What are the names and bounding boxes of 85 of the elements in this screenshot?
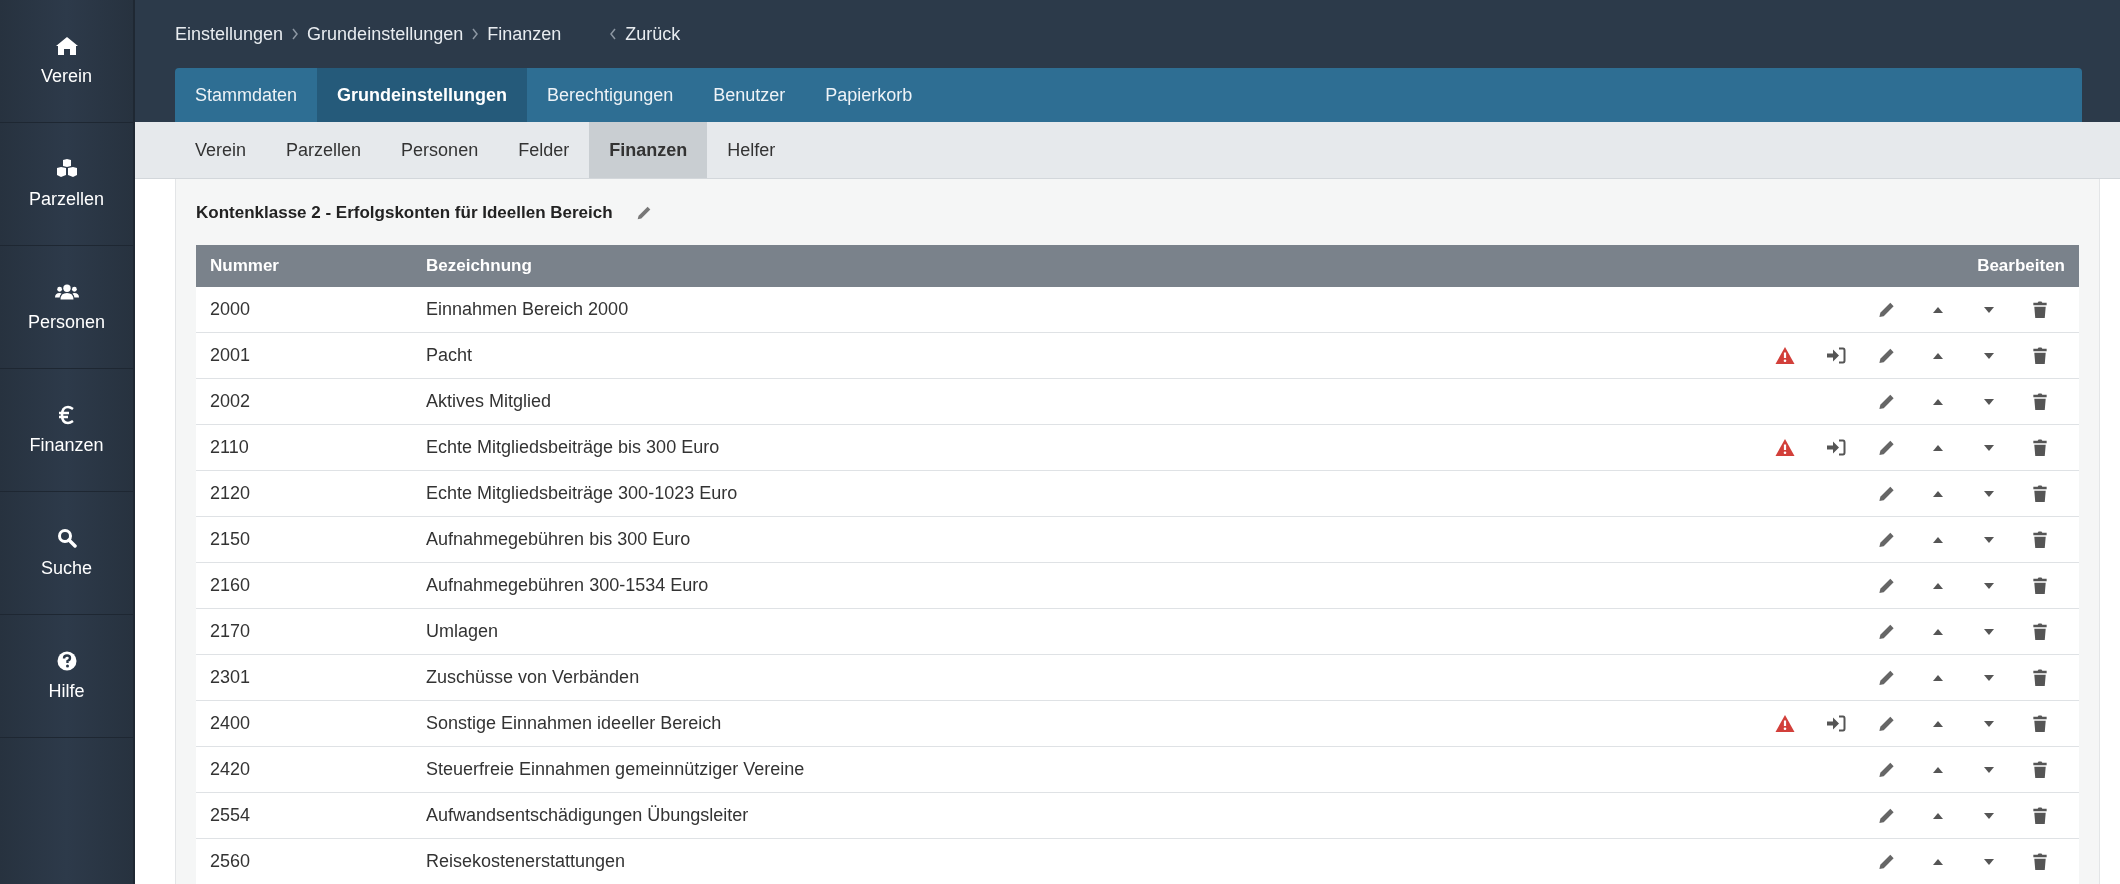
table-cell: 2170 xyxy=(196,608,426,655)
caret-down-icon[interactable] xyxy=(1982,627,1995,636)
sign-in-icon[interactable] xyxy=(1825,714,1846,733)
caret-down-icon[interactable] xyxy=(1982,719,1995,728)
subtab[interactable]: Parzellen xyxy=(266,122,382,178)
table-cell: 2400 xyxy=(196,700,426,747)
table-cell: Echte Mitgliedsbeiträge bis 300 Euro xyxy=(426,424,1322,471)
breadcrumb-link[interactable]: Grundeinstellungen xyxy=(307,23,464,45)
table-cell: Echte Mitgliedsbeiträge 300-1023 Euro xyxy=(426,470,1322,517)
cubes-icon xyxy=(54,158,79,179)
caret-up-icon[interactable] xyxy=(1931,719,1944,728)
table-cell: 2560 xyxy=(196,838,426,884)
section-title: Kontenklasse 2 - Erfolgskonten für Ideellen Bereich xyxy=(196,203,613,223)
chevron-right-icon xyxy=(291,28,300,40)
column-header: Bezeichnung xyxy=(426,245,1322,287)
table-cell: 2420 xyxy=(196,746,426,793)
home-icon xyxy=(54,35,79,56)
caret-up-icon[interactable] xyxy=(1931,673,1944,682)
sidebar-item[interactable]: Parzellen xyxy=(0,123,133,246)
back-link[interactable]: Zurück xyxy=(609,23,681,45)
caret-down-icon[interactable] xyxy=(1982,397,1995,406)
tab[interactable]: Grundeinstellungen xyxy=(317,68,528,122)
caret-down-icon[interactable] xyxy=(1982,581,1995,590)
subtab[interactable]: Felder xyxy=(498,122,590,178)
caret-up-icon[interactable] xyxy=(1931,305,1944,314)
table-cell: Pacht xyxy=(426,332,1322,379)
column-header: Bearbeiten xyxy=(1321,245,2079,287)
sign-in-icon[interactable] xyxy=(1825,346,1846,365)
table-cell: 2002 xyxy=(196,378,426,425)
tab[interactable]: Benutzer xyxy=(693,68,806,122)
table-cell: Aufwandsentschädigungen Übungsleiter xyxy=(426,792,1322,839)
caret-down-icon[interactable] xyxy=(1982,765,1995,774)
table-cell: 2001 xyxy=(196,332,426,379)
caret-up-icon[interactable] xyxy=(1931,443,1944,452)
table-cell: Reisekostenerstattungen xyxy=(426,838,1322,884)
subtab[interactable]: Personen xyxy=(381,122,499,178)
subtab[interactable]: Helfer xyxy=(707,122,796,178)
breadcrumb-link[interactable]: Einstellungen xyxy=(175,23,284,45)
caret-down-icon[interactable] xyxy=(1982,489,1995,498)
table-cell: 2160 xyxy=(196,562,426,609)
table-cell: 2000 xyxy=(196,287,426,333)
caret-up-icon[interactable] xyxy=(1931,489,1944,498)
table-cell: Einnahmen Bereich 2000 xyxy=(426,287,1322,333)
sidebar-item[interactable]: Personen xyxy=(0,246,133,369)
table-cell: 2150 xyxy=(196,516,426,563)
caret-down-icon[interactable] xyxy=(1982,305,1995,314)
caret-down-icon[interactable] xyxy=(1982,535,1995,544)
chevron-right-icon xyxy=(471,28,480,40)
caret-down-icon[interactable] xyxy=(1982,351,1995,360)
table-cell: Steuerfreie Einnahmen gemeinnütziger Vereine xyxy=(426,746,1322,793)
table-cell: Aufnahmegebühren bis 300 Euro xyxy=(426,516,1322,563)
column-header: Nummer xyxy=(196,245,426,287)
sidebar-item[interactable]: Finanzen xyxy=(0,369,133,492)
breadcrumb-link[interactable]: Finanzen xyxy=(487,23,562,45)
table-cell: Umlagen xyxy=(426,608,1322,655)
table-cell: 2554 xyxy=(196,792,426,839)
caret-up-icon[interactable] xyxy=(1931,351,1944,360)
caret-down-icon[interactable] xyxy=(1982,673,1995,682)
caret-up-icon[interactable] xyxy=(1931,857,1944,866)
table-cell: 2110 xyxy=(196,424,426,471)
caret-down-icon[interactable] xyxy=(1982,811,1995,820)
caret-up-icon[interactable] xyxy=(1931,397,1944,406)
caret-up-icon[interactable] xyxy=(1931,627,1944,636)
tab[interactable]: Papierkorb xyxy=(805,68,933,122)
tab[interactable]: Stammdaten xyxy=(175,68,318,122)
sign-in-icon[interactable] xyxy=(1825,438,1846,457)
chevron-left-icon xyxy=(609,28,618,40)
caret-down-icon[interactable] xyxy=(1982,443,1995,452)
caret-up-icon[interactable] xyxy=(1931,535,1944,544)
table-cell: Sonstige Einnahmen ideeller Bereich xyxy=(426,700,1322,747)
sidebar-item[interactable]: Hilfe xyxy=(0,615,133,738)
table-cell: Zuschüsse von Verbänden xyxy=(426,654,1322,701)
table-cell: 2120 xyxy=(196,470,426,517)
table-cell: Aktives Mitglied xyxy=(426,378,1322,425)
subtab[interactable]: Verein xyxy=(175,122,267,178)
caret-up-icon[interactable] xyxy=(1931,765,1944,774)
caret-up-icon[interactable] xyxy=(1931,811,1944,820)
caret-up-icon[interactable] xyxy=(1931,581,1944,590)
table-cell: 2301 xyxy=(196,654,426,701)
sidebar-item[interactable]: Suche xyxy=(0,492,133,615)
subtab[interactable]: Finanzen xyxy=(589,122,708,178)
table-cell: Aufnahmegebühren 300-1534 Euro xyxy=(426,562,1322,609)
tab[interactable]: Berechtigungen xyxy=(527,68,694,122)
caret-down-icon[interactable] xyxy=(1982,857,1995,866)
sidebar-item[interactable]: Verein xyxy=(0,0,133,123)
